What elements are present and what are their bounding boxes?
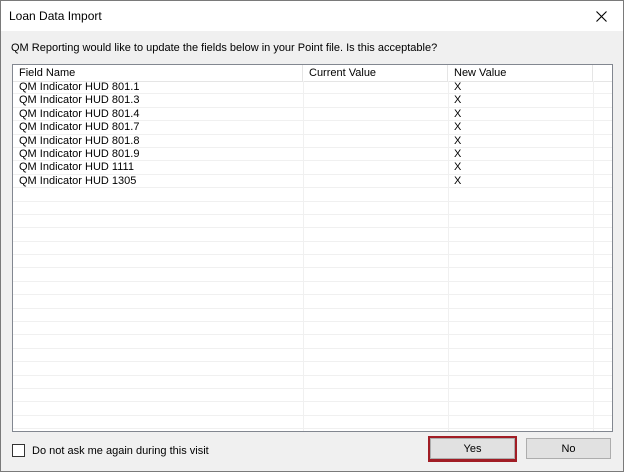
prompt-message: QM Reporting would like to update the fi…: [11, 42, 438, 54]
empty-row: [13, 268, 612, 282]
close-button[interactable]: [579, 1, 623, 31]
field-name-cell: QM Indicator HUD 801.8: [19, 134, 140, 147]
empty-row: [13, 389, 612, 403]
field-name-cell: QM Indicator HUD 801.7: [19, 121, 140, 134]
no-button[interactable]: No: [526, 438, 611, 459]
column-header-field-name[interactable]: Field Name: [13, 65, 303, 81]
empty-row: [13, 362, 612, 376]
empty-row: [13, 295, 612, 309]
yes-button[interactable]: Yes: [430, 438, 515, 459]
table-row[interactable]: QM Indicator HUD 801.8 X: [13, 135, 612, 148]
new-value-cell: X: [454, 121, 462, 134]
list-rows: QM Indicator HUD 801.1 X QM Indicator HUD …: [13, 81, 612, 430]
field-name-cell: QM Indicator HUD 801.1: [19, 81, 140, 93]
new-value-cell: X: [454, 107, 462, 120]
new-value-cell: X: [454, 174, 462, 187]
table-row[interactable]: QM Indicator HUD 801.7 X: [13, 121, 612, 135]
table-row[interactable]: QM Indicator HUD 801.9 X: [13, 147, 612, 162]
close-icon: [595, 10, 607, 22]
empty-row: [13, 309, 612, 323]
table-row[interactable]: QM Indicator HUD 801.1 X: [13, 81, 612, 95]
empty-row: [13, 255, 612, 269]
empty-row: [13, 402, 612, 416]
field-name-cell: QM Indicator HUD 801.3: [19, 94, 140, 107]
field-name-cell: QM Indicator HUD 1305: [19, 174, 137, 187]
table-row[interactable]: QM Indicator HUD 1111 X: [13, 161, 612, 175]
empty-row: [13, 322, 612, 336]
field-name-cell: QM Indicator HUD 801.4: [19, 107, 140, 120]
list-header: Field Name Current Value New Value: [13, 65, 612, 82]
new-value-cell: X: [454, 161, 462, 174]
window-title: Loan Data Import: [9, 9, 102, 23]
empty-row: [13, 376, 612, 389]
title-bar: Loan Data Import: [1, 1, 623, 31]
field-name-cell: QM Indicator HUD 801.9: [19, 147, 140, 160]
do-not-ask-checkbox[interactable]: [12, 444, 25, 457]
field-name-cell: QM Indicator HUD 1111: [19, 161, 134, 174]
loan-data-import-dialog: Loan Data Import QM Reporting would like…: [0, 0, 624, 472]
table-row[interactable]: QM Indicator HUD 1305 X: [13, 174, 612, 189]
table-row[interactable]: QM Indicator HUD 801.3 X: [13, 94, 612, 108]
new-value-cell: X: [454, 147, 462, 160]
empty-row: [13, 215, 612, 229]
empty-row: [13, 416, 612, 430]
empty-row: [13, 188, 612, 202]
empty-row: [13, 349, 612, 363]
empty-row: [13, 282, 612, 296]
table-row[interactable]: QM Indicator HUD 801.4 X: [13, 107, 612, 122]
empty-row: [13, 202, 612, 215]
empty-row: [13, 242, 612, 256]
column-header-current-value[interactable]: Current Value: [303, 65, 448, 81]
new-value-cell: X: [454, 81, 462, 93]
empty-row: [13, 228, 612, 242]
column-header-new-value[interactable]: New Value: [448, 65, 593, 81]
do-not-ask-label: Do not ask me again during this visit: [32, 444, 209, 457]
fields-list-view[interactable]: Field Name Current Value New Value QM In…: [12, 64, 613, 432]
new-value-cell: X: [454, 94, 462, 107]
do-not-ask-checkbox-group[interactable]: Do not ask me again during this visit: [12, 444, 209, 457]
new-value-cell: X: [454, 134, 462, 147]
empty-row: [13, 335, 612, 349]
